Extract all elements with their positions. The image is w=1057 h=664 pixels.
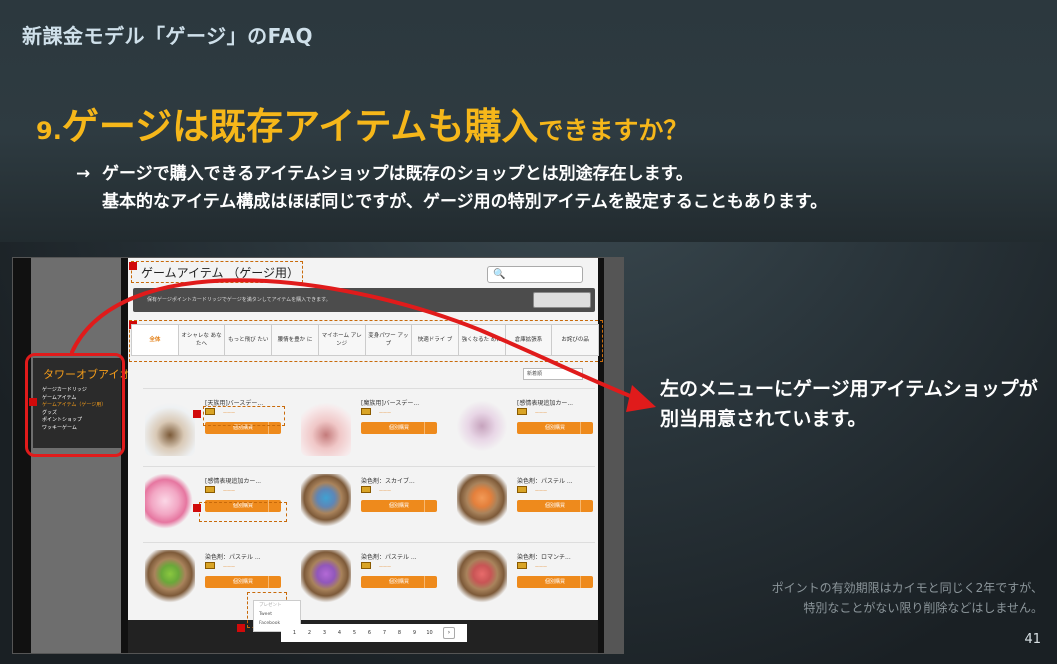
item-thumbnail[interactable] [145,396,195,456]
highlight-box [203,406,285,426]
page-link[interactable]: 4 [332,630,347,636]
item-thumbnail[interactable] [301,550,351,610]
item-name[interactable]: 染色剤：スカイブ... [361,476,415,485]
shop-title: ゲームアイテム （ゲージ用） [141,266,300,280]
item-card: 染色剤：ロマンチ... ——— 個別購買 [457,550,607,620]
coin-icon [361,562,371,569]
marker [193,410,201,418]
page-link[interactable]: 6 [362,630,377,636]
buy-button[interactable]: 個別購買 [517,576,593,588]
item-price: ——— [379,564,391,569]
coin-icon [361,408,371,415]
coin-icon [517,562,527,569]
item-name[interactable]: [魔族用]バースデー... [361,398,419,407]
item-price: ——— [223,488,235,493]
coin-icon [517,486,527,493]
share-present[interactable]: プレゼント [259,601,300,610]
next-page-icon[interactable]: › [443,627,455,639]
item-name[interactable]: 染色剤：ロマンチ... [517,552,571,561]
marker [193,504,201,512]
item-thumbnail[interactable] [457,474,507,534]
search-input[interactable]: 🔍 [487,266,583,283]
item-name[interactable]: 染色剤：パステル ... [361,552,417,561]
callout-line-1: 左のメニューにゲージ用アイテムショップが [660,378,1038,400]
item-thumbnail[interactable] [457,550,507,610]
slide-title: 新課金モデル「ゲージ」のFAQ [22,24,313,48]
tab-category[interactable]: 強くなるた めに [458,324,506,356]
page-link[interactable]: 10 [422,630,437,636]
tab-category[interactable]: お詫びの品 [552,324,600,356]
item-price: ——— [223,564,235,569]
question-heading: 9.ゲージは既存アイテムも購入できますか？ [36,96,688,150]
category-tabs: 全体 オシャレな あなたへ もっと飛び たい 腰情を豊か に マイホーム アレン… [131,324,600,356]
item-thumbnail[interactable] [457,396,507,456]
answer-text: → ゲージで購入できるアイテムショップは既存のショップとは別途存在します。 基本的… [76,160,827,216]
answer-line-1: ゲージで購入できるアイテムショップは既存のショップとは別途存在します。 [102,164,693,184]
page-number: 41 [1024,632,1041,647]
question-number: 9. [36,117,62,145]
item-card: 染色剤：スカイブ... ——— 個別購買 [301,474,451,544]
tab-category[interactable]: マイホーム アレンジ [318,324,366,356]
buy-button[interactable]: 個別購買 [517,422,593,434]
buy-button[interactable]: 個別購買 [361,500,437,512]
question-tail: できますか？ [538,116,689,145]
page-link[interactable]: 9 [407,630,422,636]
item-thumbnail[interactable] [145,474,195,534]
marker [129,262,137,270]
buy-button[interactable]: 個別購買 [361,422,437,434]
coin-icon [205,486,215,493]
item-name[interactable]: [感情表現追加カー... [517,398,573,407]
page-link[interactable]: 8 [392,630,407,636]
charge-button[interactable] [533,292,591,308]
footnote-line-1: ポイントの有効期限はカイモと同じく2年ですが、 [771,581,1043,595]
tab-all[interactable]: 全体 [131,324,179,356]
page-link[interactable]: 5 [347,630,362,636]
item-price: ——— [379,488,391,493]
page-link[interactable]: 7 [377,630,392,636]
item-price: ——— [535,488,547,493]
item-card: [魔族用]バースデー... ——— 個別購買 [301,396,451,466]
tab-category[interactable]: 腰情を豊か に [272,324,319,356]
highlight-ring [25,353,125,457]
item-thumbnail[interactable] [301,396,351,456]
share-tweet[interactable]: Tweet [259,610,300,619]
item-name[interactable]: [感情表現追加カー... [205,476,261,485]
item-price: ——— [535,410,547,415]
coin-icon [205,562,215,569]
item-thumbnail[interactable] [301,474,351,534]
item-price: ——— [379,410,391,415]
coin-icon [517,408,527,415]
buy-button[interactable]: 個別購買 [361,576,437,588]
callout-text: 左のメニューにゲージ用アイテムショップが 別当用意されています。 [660,374,1038,434]
item-name[interactable]: 染色剤：パステル ... [205,552,261,561]
tab-category[interactable]: 変身パワー アップ [365,324,413,356]
coin-icon [361,486,371,493]
footnote: ポイントの有効期限はカイモと同じく2年ですが、 特別なことがない限り削除などはし… [772,578,1043,618]
question-main: ゲージは既存アイテムも購入 [61,105,539,148]
tab-category[interactable]: オシャレな あなたへ [178,324,226,356]
buy-button[interactable]: 個別購買 [517,500,593,512]
marker [237,624,245,632]
tab-category[interactable]: 倉庫拡張系 [505,324,553,356]
item-thumbnail[interactable] [145,550,195,610]
item-price: ——— [535,564,547,569]
pagination: 1 2 3 4 5 6 7 8 9 10 › [281,624,467,642]
item-card: 染色剤：パステル ... ——— 個別購買 [301,550,451,620]
sort-select[interactable]: 新着順 [523,368,583,380]
page-link[interactable]: 3 [317,630,332,636]
callout-line-2: 別当用意されています。 [660,408,867,430]
item-card: [感情表現追加カー... ——— 個別購買 [457,396,607,466]
highlight-box [199,502,287,522]
item-card: 染色剤：パステル ... ——— 個別購買 [457,474,607,544]
page-link[interactable]: 1 [287,630,302,636]
answer-line-2: 基本的なアイテム構成はほぼ同じですが、ゲージ用の特別アイテムを設定することもあり… [102,192,828,212]
buy-button[interactable]: 個別購買 [205,576,281,588]
tab-category[interactable]: もっと飛び たい [225,324,273,356]
page-link[interactable]: 2 [302,630,317,636]
footnote-line-2: 特別なことがない限り削除などはしません。 [803,601,1043,615]
item-name[interactable]: 染色剤：パステル ... [517,476,573,485]
notice-text: 保有ゲージポイントカードリッジでゲージを満タンしてアイテムを購入できます。 [147,297,331,303]
tab-category[interactable]: 快適ドライ ブ [412,324,459,356]
arrow-right-icon: → [76,164,91,184]
